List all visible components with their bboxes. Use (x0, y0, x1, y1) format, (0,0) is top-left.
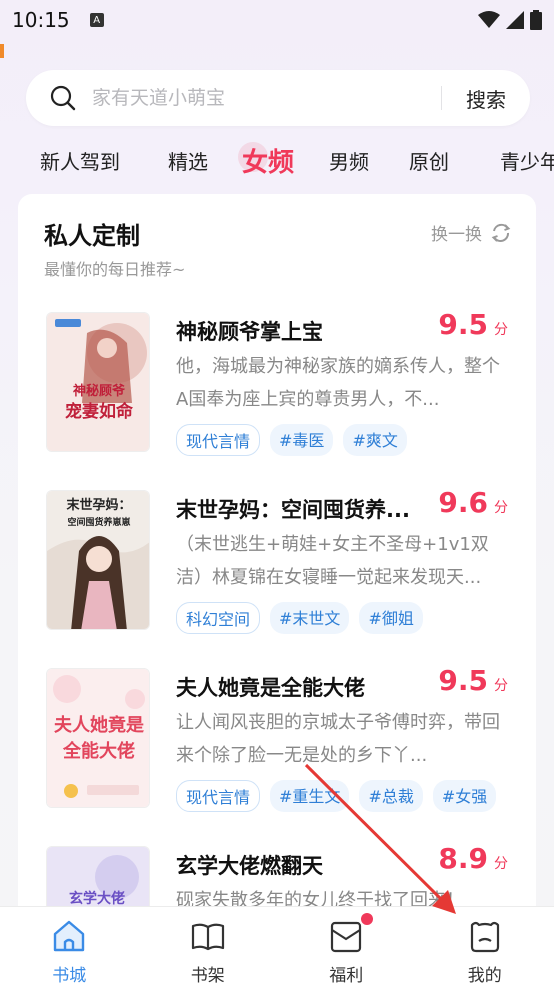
search-input[interactable] (92, 87, 412, 109)
section-subtitle: 最懂你的每日推荐~ (44, 260, 186, 279)
book-cover[interactable]: 末世孕妈： 空间囤货养崽崽 (46, 490, 150, 630)
book-tag[interactable]: #爽文 (343, 424, 407, 456)
score-unit: 分 (494, 500, 508, 516)
nav-bookstore[interactable]: 书城 (0, 907, 139, 986)
book-tags: 科幻空间 #末世文 #御姐 (176, 602, 423, 634)
book-title: 玄学大佬燃翻天 (176, 854, 323, 878)
book-item[interactable]: 神秘顾爷 宠妻如命 神秘顾爷掌上宝 9.5 分 他，海城最为神秘家族的嫡系传人，… (44, 308, 514, 456)
nav-bookshelf[interactable]: 书架 (139, 907, 278, 986)
book-tag[interactable]: #女强 (432, 780, 497, 812)
category-tabs: 新人驾到 精选 女频 男频 原创 青少年 (0, 138, 554, 182)
book-score: 9.5 分 (438, 664, 508, 697)
book-tag[interactable]: 科幻空间 (176, 602, 261, 634)
edge-marker (0, 44, 4, 58)
score-value: 8.9 (438, 842, 488, 875)
tab-original[interactable]: 原创 (409, 138, 449, 182)
nav-label: 书架 (190, 966, 225, 986)
book-tag[interactable]: #毒医 (270, 424, 334, 456)
score-value: 9.5 (438, 664, 488, 697)
status-time: 10:15 (12, 8, 70, 32)
book-tag[interactable]: #御姐 (359, 602, 423, 634)
nav-label: 书城 (52, 966, 87, 986)
nav-label: 福利 (329, 966, 364, 986)
score-unit: 分 (494, 322, 508, 338)
svg-text:空间囤货养崽崽: 空间囤货养崽崽 (67, 516, 130, 528)
tab-featured[interactable]: 精选 (168, 138, 208, 182)
nav-mine[interactable]: 我的 (416, 907, 554, 986)
refresh-icon (491, 223, 511, 242)
refresh-button[interactable]: 换一换 (431, 220, 512, 245)
book-cover[interactable]: 夫人她竟是 全能大佬 (46, 668, 150, 808)
score-value: 9.5 (438, 308, 488, 341)
book-title: 神秘顾爷掌上宝 (176, 320, 323, 344)
status-icons (478, 10, 542, 30)
status-bar: 10:15 A (0, 0, 554, 40)
tab-male[interactable]: 男频 (329, 138, 369, 182)
book-score: 8.9 分 (438, 842, 508, 875)
book-title: 夫人她竟是全能大佬 (176, 676, 365, 700)
nav-welfare[interactable]: 福利 (277, 907, 416, 986)
search-bar[interactable]: 搜索 (26, 70, 530, 126)
envelope-icon (331, 921, 362, 953)
book-description: （末世逃生+萌娃+女主不圣母+1v1双洁）林夏锦在女寝睡一觉起来发现天... (176, 534, 489, 588)
notification-dot (361, 913, 373, 925)
book-description: 让人闻风丧胆的京城太子爷傅时弈，带回来个除了脸一无是处的乡下丫... (176, 712, 500, 766)
book-score: 9.6 分 (438, 486, 508, 519)
svg-text:玄学大佬: 玄学大佬 (69, 890, 125, 907)
tab-newcomer[interactable]: 新人驾到 (40, 138, 120, 182)
score-unit: 分 (494, 856, 508, 872)
book-tag[interactable]: #重生文 (270, 780, 350, 812)
book-tags: 现代言情 #毒医 #爽文 (176, 424, 407, 456)
search-button[interactable]: 搜索 (442, 84, 530, 113)
book-tag[interactable]: #末世文 (270, 602, 350, 634)
book-icon (191, 923, 224, 951)
wifi-icon (478, 11, 500, 28)
bottom-nav: 书城 书架 福利 我的 (0, 906, 554, 986)
bear-face-icon (470, 921, 499, 953)
book-tags: 现代言情 #重生文 #总裁 #女强 (176, 780, 497, 812)
nav-label: 我的 (467, 966, 502, 986)
refresh-label: 换一换 (431, 225, 482, 245)
book-tag[interactable]: 现代言情 (176, 780, 261, 812)
signal-icon (506, 11, 524, 29)
svg-text:宠妻如命: 宠妻如命 (65, 401, 134, 422)
book-tag[interactable]: #总裁 (359, 780, 423, 812)
battery-icon (530, 10, 542, 30)
score-unit: 分 (494, 678, 508, 694)
svg-text:神秘顾爷: 神秘顾爷 (73, 383, 126, 399)
tab-female[interactable]: 女频 (237, 138, 294, 182)
score-value: 9.6 (438, 486, 488, 519)
book-title: 末世孕妈：空间囤货养... (176, 498, 410, 522)
book-cover[interactable]: 神秘顾爷 宠妻如命 (46, 312, 150, 452)
book-item[interactable]: 末世孕妈： 空间囤货养崽崽 末世孕妈：空间囤货养... 9.6 分 （末世逃生+… (44, 486, 514, 634)
home-icon (54, 920, 85, 952)
book-score: 9.5 分 (438, 308, 508, 341)
book-tag[interactable]: 现代言情 (176, 424, 261, 456)
recommendation-card: 私人定制 最懂你的每日推荐~ 换一换 神秘顾爷 宠妻如命 神秘顾爷掌上宝 9.5 (18, 194, 536, 986)
svg-text:末世孕妈：: 末世孕妈： (65, 497, 131, 513)
search-icon (50, 85, 76, 111)
svg-text:夫人她竟是: 夫人她竟是 (54, 714, 144, 736)
svg-text:全能大佬: 全能大佬 (62, 740, 135, 762)
tab-teen[interactable]: 青少年 (500, 138, 554, 182)
book-description: 他，海城最为神秘家族的嫡系传人，整个A国奉为座上宾的尊贵男人，不... (176, 356, 500, 410)
book-item[interactable]: 夫人她竟是 全能大佬 夫人她竟是全能大佬 9.5 分 让人闻风丧胆的京城太子爷傅… (44, 664, 514, 812)
section-title: 私人定制 (44, 222, 140, 250)
notification-a-icon: A (89, 13, 104, 27)
